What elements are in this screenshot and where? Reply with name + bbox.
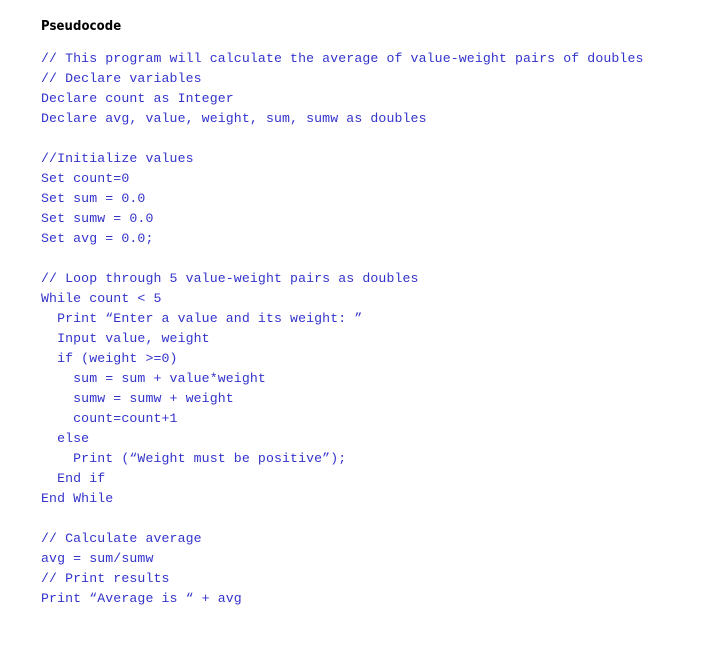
code-line: Set count=0 (41, 171, 130, 186)
code-line: sum = sum + value*weight (41, 371, 266, 386)
code-line: sumw = sumw + weight (41, 391, 234, 406)
code-line: Print (“Weight must be positive”); (41, 451, 347, 466)
code-line: End While (41, 491, 114, 506)
code-line: Declare count as Integer (41, 91, 234, 106)
code-line: Set avg = 0.0; (41, 231, 154, 246)
pseudocode-code-block: // This program will calculate the avera… (41, 49, 681, 609)
code-line: Set sumw = 0.0 (41, 211, 154, 226)
page-title: Pseudocode (41, 19, 122, 34)
code-line: //Initialize values (41, 151, 194, 166)
code-line: Print “Average is “ + avg (41, 591, 242, 606)
code-line: // Declare variables (41, 71, 202, 86)
code-line: Input value, weight (41, 331, 210, 346)
code-line: avg = sum/sumw (41, 551, 154, 566)
code-line: // This program will calculate the avera… (41, 51, 644, 66)
code-line: if (weight >=0) (41, 351, 178, 366)
code-line: Set sum = 0.0 (41, 191, 146, 206)
pseudocode-document-page: Pseudocode // This program will calculat… (0, 0, 707, 659)
code-line: While count < 5 (41, 291, 162, 306)
code-line: Print “Enter a value and its weight: ” (41, 311, 363, 326)
code-line: End if (41, 471, 106, 486)
code-line: count=count+1 (41, 411, 178, 426)
code-line: // Print results (41, 571, 170, 586)
code-line: Declare avg, value, weight, sum, sumw as… (41, 111, 427, 126)
code-line: else (41, 431, 90, 446)
code-line: // Calculate average (41, 531, 202, 546)
code-line: // Loop through 5 value-weight pairs as … (41, 271, 419, 286)
